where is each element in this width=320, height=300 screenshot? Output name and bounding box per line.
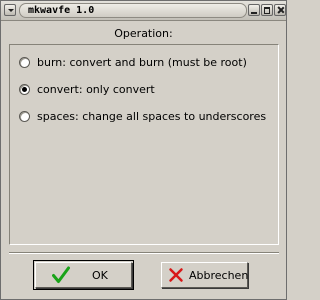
option-convert-label[interactable]: convert: only convert <box>37 83 155 96</box>
option-spaces[interactable]: spaces: change all spaces to underscores <box>19 108 266 124</box>
checkmark-icon <box>52 266 70 284</box>
option-burn-label[interactable]: burn: convert and burn (must be root) <box>37 56 247 69</box>
radio-convert[interactable] <box>19 83 30 95</box>
radio-spaces[interactable] <box>19 110 30 122</box>
title-pill: mkwavfe 1.0 <box>19 3 247 18</box>
separator <box>9 252 279 254</box>
cancel-button[interactable]: Abbrechen <box>161 262 248 288</box>
dialog-window: mkwavfe 1.0 Operation: burn: convert and… <box>0 0 287 300</box>
window-title: mkwavfe 1.0 <box>28 5 95 16</box>
cancel-label: Abbrechen <box>189 268 249 282</box>
operation-group: burn: convert and burn (must be root) co… <box>9 44 279 245</box>
radio-burn[interactable] <box>19 56 30 68</box>
ok-button[interactable]: OK <box>33 260 134 290</box>
option-spaces-label[interactable]: spaces: change all spaces to underscores <box>37 110 266 123</box>
title-bar[interactable]: mkwavfe 1.0 <box>1 1 286 21</box>
red-x-icon <box>168 267 184 283</box>
minimize-button[interactable] <box>248 4 260 16</box>
window-menu-button[interactable] <box>4 4 16 16</box>
maximize-button[interactable] <box>261 4 273 16</box>
option-burn[interactable]: burn: convert and burn (must be root) <box>19 54 247 70</box>
operation-heading: Operation: <box>114 27 173 40</box>
option-convert[interactable]: convert: only convert <box>19 81 155 97</box>
ok-label: OK <box>92 268 108 282</box>
close-button[interactable] <box>274 4 286 16</box>
